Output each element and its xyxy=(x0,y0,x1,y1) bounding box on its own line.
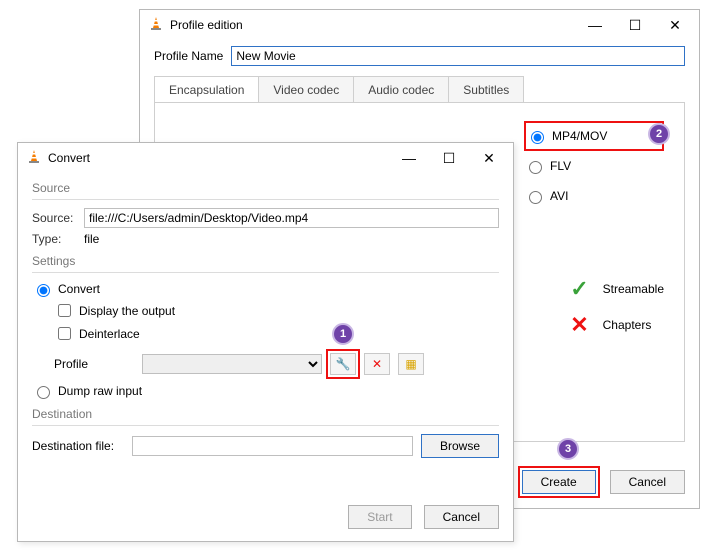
titlebar: Convert — ☐ ✕ xyxy=(18,143,513,173)
vlc-icon xyxy=(26,149,42,168)
create-button[interactable]: Create xyxy=(522,470,596,494)
close-button[interactable]: ✕ xyxy=(469,144,509,172)
radio-mp4mov[interactable] xyxy=(531,131,544,144)
check-icon: ✓ xyxy=(570,276,588,302)
browse-button[interactable]: Browse xyxy=(421,434,499,458)
tab-subtitles[interactable]: Subtitles xyxy=(448,76,524,102)
destination-label: Destination file: xyxy=(32,439,132,453)
profile-name-input[interactable] xyxy=(231,46,685,66)
option-mp4mov-label: MP4/MOV xyxy=(552,129,607,143)
window-title: Convert xyxy=(42,151,389,165)
source-label: Source: xyxy=(32,211,84,225)
feature-streamable: ✓ Streamable xyxy=(570,271,664,307)
callout-3: 3 xyxy=(557,438,579,460)
tab-encapsulation[interactable]: Encapsulation xyxy=(154,76,259,102)
checkbox-deinterlace-row[interactable]: Deinterlace xyxy=(54,324,499,343)
convert-window: Convert — ☐ ✕ Source Source: Type: file … xyxy=(17,142,514,542)
radio-convert[interactable] xyxy=(37,284,50,297)
edit-profile-button[interactable]: 🔧 xyxy=(330,353,356,375)
checkbox-deinterlace[interactable] xyxy=(58,327,71,340)
callout-2: 2 xyxy=(648,123,670,145)
radio-convert-label: Convert xyxy=(58,282,100,296)
feature-chapters-label: Chapters xyxy=(603,318,652,332)
vlc-icon xyxy=(148,16,164,35)
destination-input[interactable] xyxy=(132,436,413,456)
radio-convert-row[interactable]: Convert xyxy=(32,281,499,297)
new-profile-button[interactable]: ▦ xyxy=(398,353,424,375)
group-source-title: Source xyxy=(32,181,499,195)
radio-avi[interactable] xyxy=(529,191,542,204)
radio-dump[interactable] xyxy=(37,386,50,399)
new-icon: ▦ xyxy=(405,357,416,371)
tabs: Encapsulation Video codec Audio codec Su… xyxy=(154,76,685,102)
checkbox-deinterlace-label: Deinterlace xyxy=(79,327,140,341)
minimize-button[interactable]: — xyxy=(575,11,615,39)
type-value: file xyxy=(84,232,99,246)
option-avi[interactable]: AVI xyxy=(524,181,664,211)
radio-dump-row[interactable]: Dump raw input xyxy=(32,383,499,399)
window-title: Profile edition xyxy=(164,18,575,32)
delete-icon: ✕ xyxy=(372,357,382,371)
radio-flv[interactable] xyxy=(529,161,542,174)
cancel-button[interactable]: Cancel xyxy=(424,505,499,529)
maximize-button[interactable]: ☐ xyxy=(615,11,655,39)
group-destination-title: Destination xyxy=(32,407,499,421)
profile-select[interactable] xyxy=(142,354,322,374)
delete-profile-button[interactable]: ✕ xyxy=(364,353,390,375)
close-button[interactable]: ✕ xyxy=(655,11,695,39)
minimize-button[interactable]: — xyxy=(389,144,429,172)
feature-streamable-label: Streamable xyxy=(603,282,664,296)
callout-1: 1 xyxy=(332,323,354,345)
checkbox-display-output-label: Display the output xyxy=(79,304,175,318)
maximize-button[interactable]: ☐ xyxy=(429,144,469,172)
option-flv-label: FLV xyxy=(550,159,571,173)
option-mp4mov[interactable]: MP4/MOV xyxy=(524,121,664,151)
checkbox-display-output-row[interactable]: Display the output xyxy=(54,301,499,320)
feature-chapters: ✕ Chapters xyxy=(570,307,664,343)
tab-audio-codec[interactable]: Audio codec xyxy=(353,76,449,102)
group-settings-title: Settings xyxy=(32,254,499,268)
cross-icon: ✕ xyxy=(570,312,588,338)
tab-video-codec[interactable]: Video codec xyxy=(258,76,354,102)
titlebar: Profile edition — ☐ ✕ xyxy=(140,10,699,40)
radio-dump-label: Dump raw input xyxy=(58,384,142,398)
start-button[interactable]: Start xyxy=(348,505,411,529)
profile-label: Profile xyxy=(54,357,134,371)
source-input[interactable] xyxy=(84,208,499,228)
option-flv[interactable]: FLV xyxy=(524,151,664,181)
cancel-button[interactable]: Cancel xyxy=(610,470,685,494)
type-label: Type: xyxy=(32,232,84,246)
option-avi-label: AVI xyxy=(550,189,568,203)
wrench-icon: 🔧 xyxy=(336,357,351,371)
profile-name-label: Profile Name xyxy=(154,49,223,63)
checkbox-display-output[interactable] xyxy=(58,304,71,317)
